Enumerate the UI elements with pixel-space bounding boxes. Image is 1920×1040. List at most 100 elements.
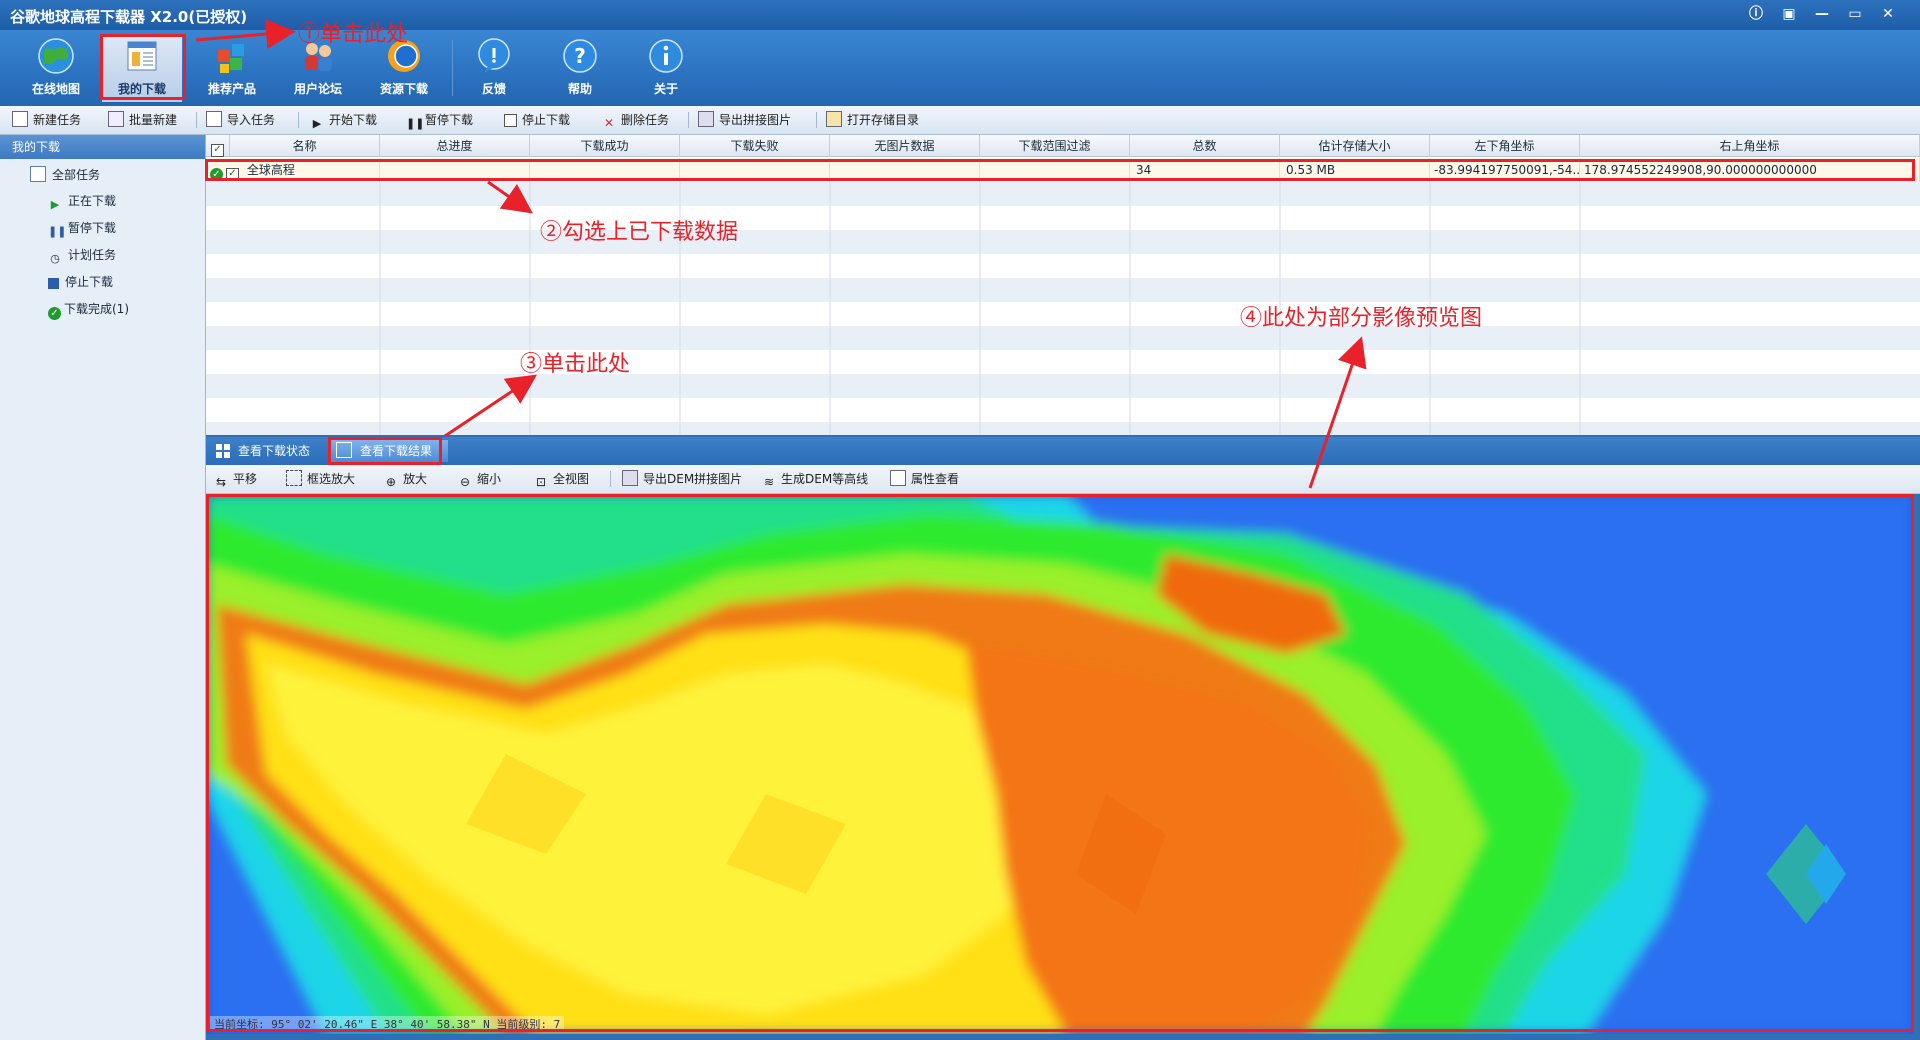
result-tab-bar: 查看下载状态 查看下载结果	[206, 437, 1920, 465]
left-panel: 我的下载 全部任务 ▶ 正在下载 ❚❚ 暂停下载 ◷ 计划任务 停止下载 ✓ 下载完成(…	[0, 135, 206, 1040]
highlight-tab-box	[328, 437, 442, 465]
col-header-progress[interactable]: 总进度	[380, 135, 530, 157]
recommended-label: 推荐产品	[207, 82, 256, 96]
pan-icon: ⇆	[215, 475, 227, 489]
export-mosaic-label: 导出拼接图片	[719, 113, 792, 127]
forum-label: 用户论坛	[293, 82, 342, 96]
zoom-in-button[interactable]: ⊕ 放大	[384, 470, 428, 489]
batch-new-button[interactable]: 批量新建	[108, 111, 177, 129]
col-header-name[interactable]: 名称	[230, 135, 380, 157]
col-header-no-image[interactable]: 无图片数据	[830, 135, 980, 157]
annotation-step-4: ④此处为部分影像预览图	[1240, 306, 1483, 331]
properties-button[interactable]: 属性查看	[890, 470, 959, 488]
pan-button[interactable]: ⇆ 平移	[214, 470, 258, 489]
about-button[interactable]: 关于	[626, 34, 706, 102]
globe-icon	[38, 38, 74, 74]
stop-icon	[504, 114, 517, 127]
annotation-step-2: ②勾选上已下载数据	[540, 220, 739, 245]
feedback-button[interactable]: 反馈	[454, 34, 534, 102]
about-label: 关于	[653, 82, 678, 96]
zoom-in-label: 放大	[403, 472, 428, 486]
skin-icon[interactable]: ▣	[1778, 4, 1800, 24]
online-map-label: 在线地图	[31, 82, 80, 96]
tab-download-status[interactable]: 查看下载状态	[210, 440, 328, 462]
main-toolbar: 在线地图 我的下载 推荐产品 用户论坛 资源下载 反馈 ? 帮助 关于	[0, 30, 1920, 106]
list-icon	[30, 166, 46, 182]
annotation-step-3: ③单击此处	[520, 352, 631, 377]
col-header-failed[interactable]: 下载失败	[680, 135, 830, 157]
export-dem-button[interactable]: 导出DEM拼接图片	[622, 470, 742, 488]
svg-text:?: ?	[574, 44, 586, 68]
play-icon: ▶	[312, 117, 322, 130]
contour-icon: ≋	[763, 475, 775, 489]
online-map-button[interactable]: 在线地图	[16, 34, 96, 102]
help-button[interactable]: ? 帮助	[540, 34, 620, 102]
batch-icon	[108, 111, 124, 127]
grid-lines	[379, 182, 1581, 435]
col-header-total[interactable]: 总数	[1130, 135, 1280, 157]
maximize-icon[interactable]: ▭	[1844, 4, 1866, 24]
tree-item-stopped[interactable]: 停止下载	[48, 273, 113, 290]
import-task-button[interactable]: 导入任务	[206, 111, 275, 129]
export-mosaic-button[interactable]: 导出拼接图片	[698, 111, 791, 129]
contour-button[interactable]: ≋ 生成DEM等高线	[762, 470, 868, 489]
open-folder-button[interactable]: 打开存储目录	[826, 111, 919, 129]
tree-item-all[interactable]: 全部任务	[30, 166, 100, 183]
tab-download-status-label: 查看下载状态	[238, 444, 311, 458]
col-header-size[interactable]: 估计存储大小	[1280, 135, 1430, 157]
toolbar-separator	[452, 40, 453, 96]
col-header-filter[interactable]: 下载范围过滤	[980, 135, 1130, 157]
import-icon	[206, 111, 222, 127]
recommended-button[interactable]: 推荐产品	[192, 34, 272, 102]
clock-icon: ◷	[50, 252, 60, 265]
export-dem-label: 导出DEM拼接图片	[643, 472, 743, 486]
stop-download-label: 停止下载	[522, 113, 571, 127]
cubes-icon	[218, 44, 244, 73]
export-icon	[698, 111, 714, 127]
start-download-button[interactable]: ▶ 开始下载	[310, 111, 377, 130]
toolbar-separator	[196, 112, 197, 128]
annotation-step-1: ①单击此处	[298, 22, 409, 47]
tree-item-scheduled[interactable]: ◷ 计划任务	[48, 246, 116, 266]
check-circle-icon: ✓	[48, 307, 61, 320]
info-icon[interactable]: ⓘ	[1745, 4, 1767, 24]
close-icon[interactable]: ✕	[1877, 4, 1899, 24]
batch-new-label: 批量新建	[129, 113, 178, 127]
map-toolbar: ⇆ 平移 框选放大 ⊕ 放大 ⊖ 缩小 ⊡ 全视图 导出DEM拼接图片 ≋ 生成DEM等高…	[206, 465, 1920, 494]
minimize-icon[interactable]: —	[1811, 4, 1833, 24]
delete-task-button[interactable]: ✕ 删除任务	[602, 111, 669, 130]
feedback-label: 反馈	[481, 82, 506, 96]
pause-icon: ❚❚	[406, 117, 425, 130]
tree-item-paused[interactable]: ❚❚ 暂停下载	[48, 219, 116, 239]
new-task-button[interactable]: 新建任务	[12, 111, 81, 129]
highlight-map-box	[206, 494, 1914, 1032]
grid-icon	[216, 444, 230, 458]
open-folder-label: 打开存储目录	[847, 113, 920, 127]
tree-item-downloading[interactable]: ▶ 正在下载	[48, 192, 116, 212]
col-header-top-right[interactable]: 右上角坐标	[1580, 135, 1920, 157]
tree-item-completed[interactable]: ✓ 下载完成(1)	[48, 300, 129, 320]
highlight-my-downloads-box	[100, 34, 186, 100]
full-view-label: 全视图	[553, 472, 590, 486]
box-zoom-label: 框选放大	[307, 472, 356, 486]
new-task-icon	[12, 111, 28, 127]
tree-item-label: 暂停下载	[68, 221, 117, 235]
select-all-header[interactable]: ✓	[206, 135, 230, 157]
box-zoom-icon	[286, 470, 302, 486]
pan-label: 平移	[233, 472, 258, 486]
zoom-out-button[interactable]: ⊖ 缩小	[458, 470, 502, 489]
col-header-bottom-left[interactable]: 左下角坐标	[1430, 135, 1580, 157]
box-zoom-button[interactable]: 框选放大	[286, 470, 355, 488]
delete-icon: ✕	[603, 116, 615, 130]
pause-download-button[interactable]: ❚❚暂停下载	[406, 111, 473, 130]
zoom-out-label: 缩小	[477, 472, 502, 486]
select-all-checkbox[interactable]: ✓	[211, 144, 224, 157]
help-label: 帮助	[567, 82, 592, 96]
full-view-icon: ⊡	[535, 475, 547, 489]
tree-item-label: 停止下载	[65, 275, 114, 289]
full-view-button[interactable]: ⊡ 全视图	[534, 470, 590, 489]
window-title: 谷歌地球高程下载器 X2.0(已授权)	[10, 8, 248, 26]
col-header-success[interactable]: 下载成功	[530, 135, 680, 157]
zoom-out-icon: ⊖	[459, 475, 471, 489]
stop-download-button[interactable]: 停止下载	[504, 111, 570, 129]
